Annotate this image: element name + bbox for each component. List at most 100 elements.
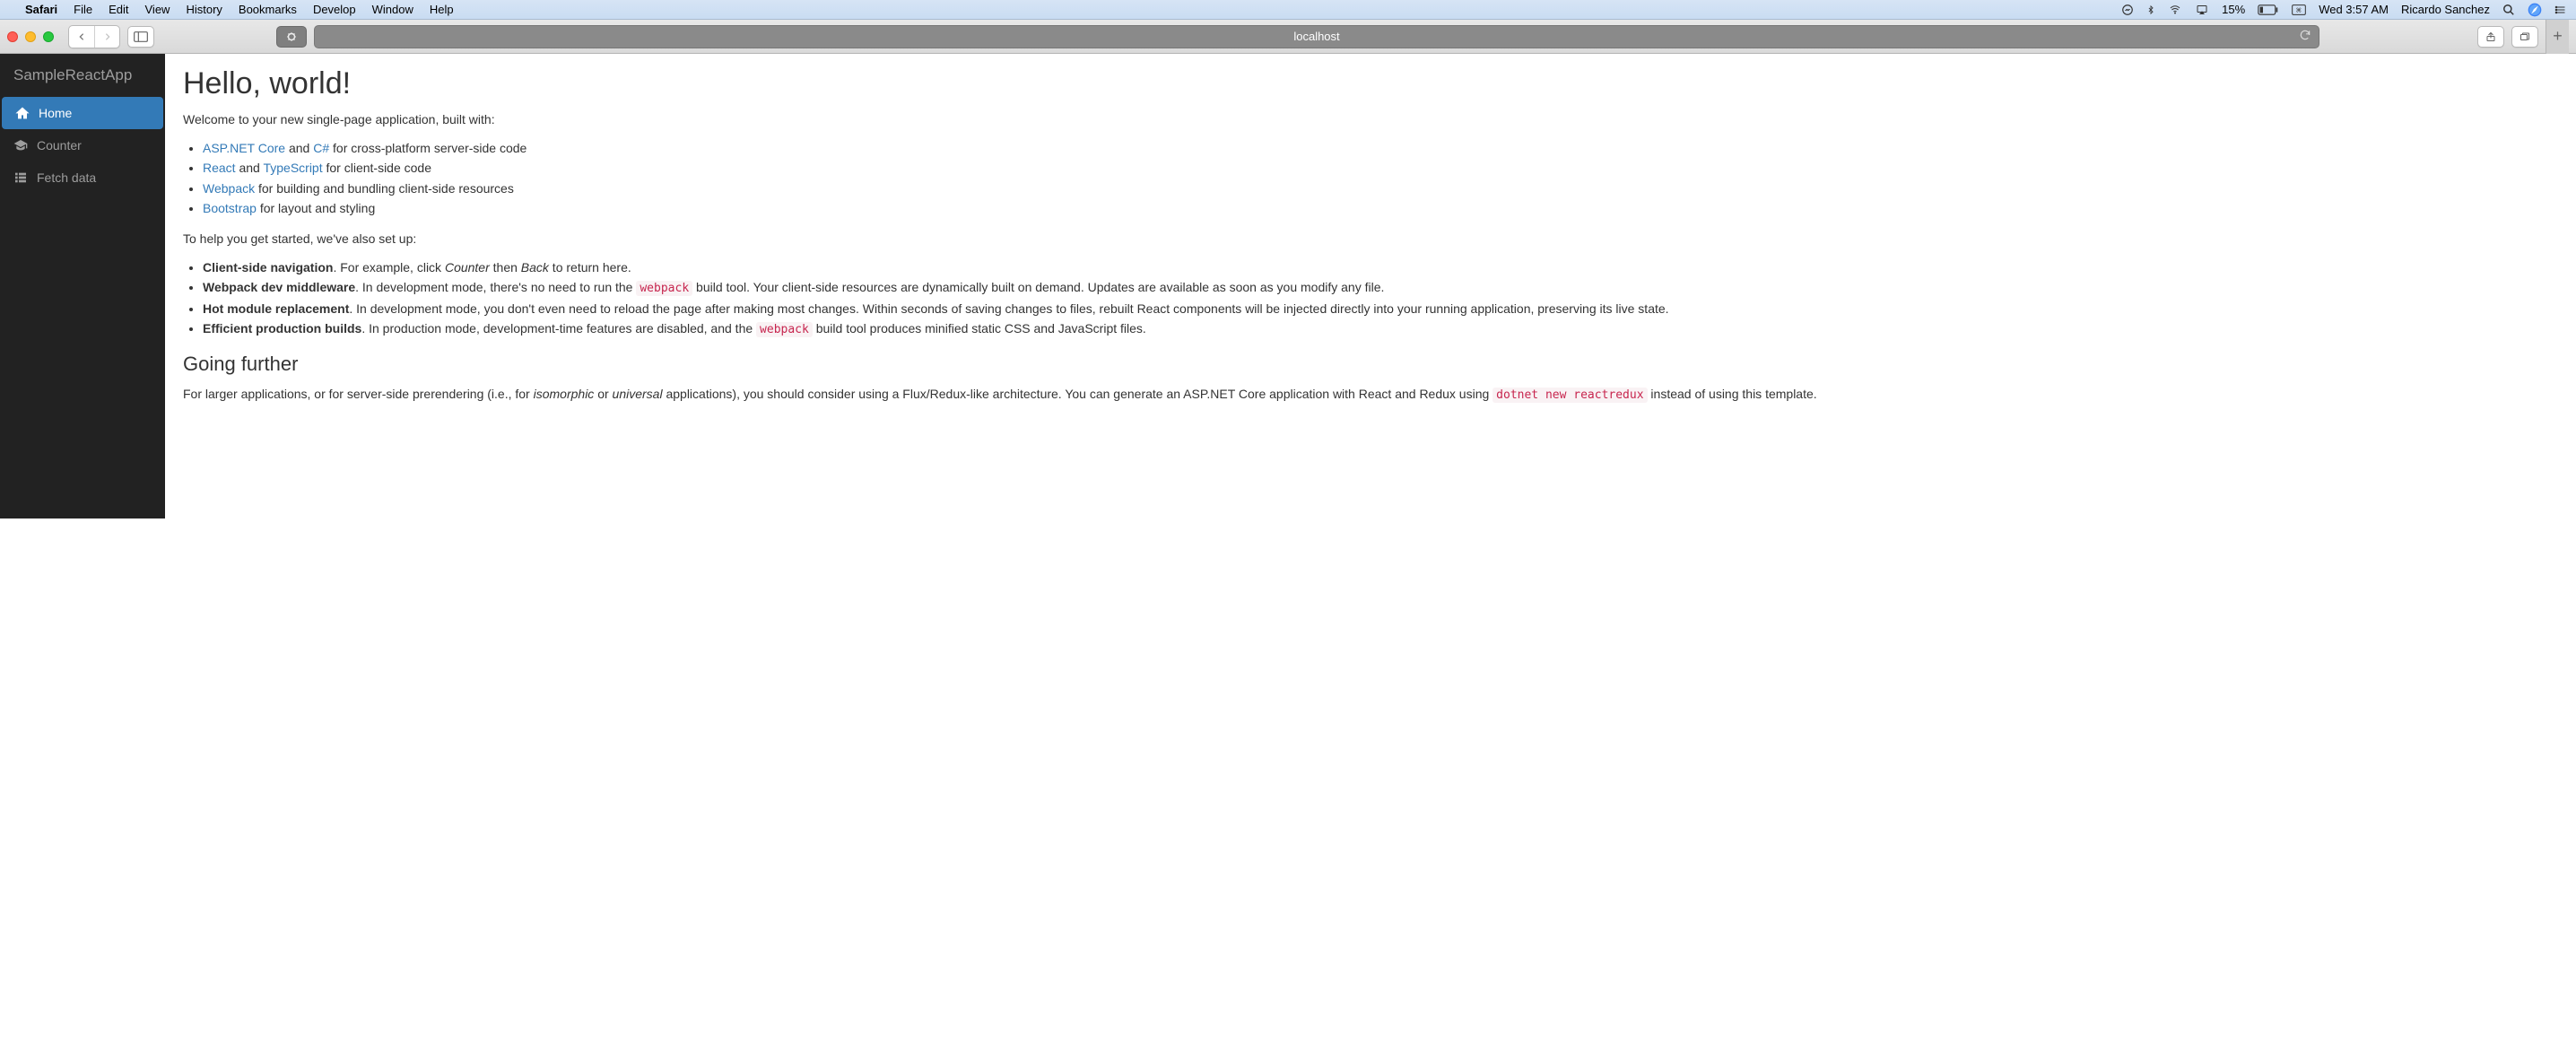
sidebar-item-label: Counter (37, 138, 82, 152)
going-further-heading: Going further (183, 353, 2558, 376)
text: for layout and styling (257, 201, 375, 215)
menu-help[interactable]: Help (430, 3, 454, 16)
code: webpack (756, 322, 813, 337)
menu-edit[interactable]: Edit (109, 3, 128, 16)
address-bar[interactable]: localhost (314, 25, 2319, 48)
bluetooth-icon[interactable] (2146, 4, 2155, 16)
menubar-datetime[interactable]: Wed 3:57 AM (2319, 3, 2389, 16)
sidebar-toggle-button[interactable] (127, 26, 154, 48)
sidebar-item-label: Fetch data (37, 170, 96, 185)
link-bootstrap[interactable]: Bootstrap (203, 201, 257, 215)
list-item: Efficient production builds. In producti… (203, 318, 2558, 340)
window-maximize-button[interactable] (43, 31, 54, 42)
new-tab-button[interactable]: + (2546, 20, 2569, 54)
text: . In development mode, you don't even ne… (349, 301, 1668, 316)
safari-toolbar: localhost + (0, 20, 2576, 54)
list-icon (13, 170, 28, 185)
sidebar-item-fetch-data[interactable]: Fetch data (0, 161, 165, 194)
text-bold: Efficient production builds (203, 321, 361, 336)
address-bar-text: localhost (1293, 30, 1339, 43)
share-button[interactable] (2477, 26, 2504, 48)
text-em: isomorphic (534, 387, 595, 401)
main-content: Hello, world! Welcome to your new single… (165, 54, 2576, 518)
text: For larger applications, or for server-s… (183, 387, 534, 401)
page-title: Hello, world! (183, 66, 2558, 101)
link-csharp[interactable]: C# (313, 141, 329, 155)
setup-list: Client-side navigation. For example, cli… (203, 257, 2558, 340)
link-webpack[interactable]: Webpack (203, 181, 255, 196)
list-item: React and TypeScript for client-side cod… (203, 158, 2558, 178)
text-em: universal (613, 387, 663, 401)
text: instead of using this template. (1648, 387, 1817, 401)
menubar-left: Safari File Edit View History Bookmarks … (9, 3, 454, 16)
page: SampleReactApp Home Counter Fetch data H… (0, 54, 2576, 518)
sidebar-item-label: Home (39, 106, 72, 120)
text: for building and bundling client-side re… (255, 181, 514, 196)
nav-back-forward (68, 25, 120, 48)
text: and (285, 141, 313, 155)
menubar-app-name[interactable]: Safari (25, 3, 57, 16)
input-source-icon[interactable]: ⌘ (2292, 4, 2306, 15)
window-controls (7, 31, 54, 42)
menu-bookmarks[interactable]: Bookmarks (239, 3, 297, 16)
notification-center-icon[interactable] (2554, 4, 2567, 15)
text: build tool produces minified static CSS … (813, 321, 1146, 336)
sidebar-item-counter[interactable]: Counter (0, 129, 165, 161)
text: for cross-platform server-side code (329, 141, 527, 155)
list-item: Client-side navigation. For example, cli… (203, 257, 2558, 277)
link-aspnet-core[interactable]: ASP.NET Core (203, 141, 285, 155)
menubar-username[interactable]: Ricardo Sanchez (2401, 3, 2490, 16)
window-minimize-button[interactable] (25, 31, 36, 42)
text: and (236, 161, 264, 175)
menu-develop[interactable]: Develop (313, 3, 356, 16)
code: webpack (636, 281, 692, 296)
spotlight-icon[interactable] (2502, 4, 2515, 16)
tech-list: ASP.NET Core and C# for cross-platform s… (203, 138, 2558, 219)
text: . In production mode, development-time f… (361, 321, 756, 336)
home-icon (15, 106, 30, 120)
text: or (594, 387, 612, 401)
back-button[interactable] (69, 26, 94, 48)
text-em: Counter (445, 260, 490, 274)
battery-icon[interactable] (2258, 4, 2279, 15)
text-bold: Webpack dev middleware (203, 280, 355, 294)
text-bold: Hot module replacement (203, 301, 349, 316)
tabs-button[interactable] (2511, 26, 2538, 48)
list-item: Hot module replacement. In development m… (203, 299, 2558, 318)
text-em: Back (521, 260, 549, 274)
text-bold: Client-side navigation (203, 260, 333, 274)
list-item: Webpack dev middleware. In development m… (203, 277, 2558, 299)
graduation-icon (13, 138, 28, 152)
macos-menubar: Safari File Edit View History Bookmarks … (0, 0, 2576, 20)
sidebar-brand[interactable]: SampleReactApp (0, 54, 165, 97)
text: for client-side code (323, 161, 431, 175)
text: . In development mode, there's no need t… (355, 280, 636, 294)
menu-file[interactable]: File (74, 3, 92, 16)
window-close-button[interactable] (7, 31, 18, 42)
text: then (490, 260, 521, 274)
setup-intro: To help you get started, we've also set … (183, 230, 2558, 248)
menu-window[interactable]: Window (372, 3, 413, 16)
list-item: Webpack for building and bundling client… (203, 179, 2558, 198)
safari-app-icon[interactable] (2528, 3, 2542, 17)
battery-percent: 15% (2222, 3, 2245, 16)
forward-button[interactable] (94, 26, 119, 48)
sidebar-item-home[interactable]: Home (2, 97, 163, 129)
text: to return here. (549, 260, 631, 274)
menu-history[interactable]: History (186, 3, 222, 16)
list-item: ASP.NET Core and C# for cross-platform s… (203, 138, 2558, 158)
menu-view[interactable]: View (145, 3, 170, 16)
text: . For example, click (333, 260, 444, 274)
link-typescript[interactable]: TypeScript (263, 161, 322, 175)
siri-icon[interactable] (2121, 4, 2134, 16)
airplay-icon[interactable] (2195, 4, 2209, 15)
text: applications), you should consider using… (663, 387, 1493, 401)
site-settings-button[interactable] (276, 26, 307, 48)
link-react[interactable]: React (203, 161, 236, 175)
code: dotnet new reactredux (1493, 388, 1647, 403)
reload-icon[interactable] (2299, 29, 2311, 44)
wifi-icon[interactable] (2168, 4, 2182, 15)
menubar-right: 15% ⌘ Wed 3:57 AM Ricardo Sanchez (2121, 3, 2567, 17)
intro-paragraph: Welcome to your new single-page applicat… (183, 110, 2558, 129)
svg-text:⌘: ⌘ (2296, 6, 2302, 13)
